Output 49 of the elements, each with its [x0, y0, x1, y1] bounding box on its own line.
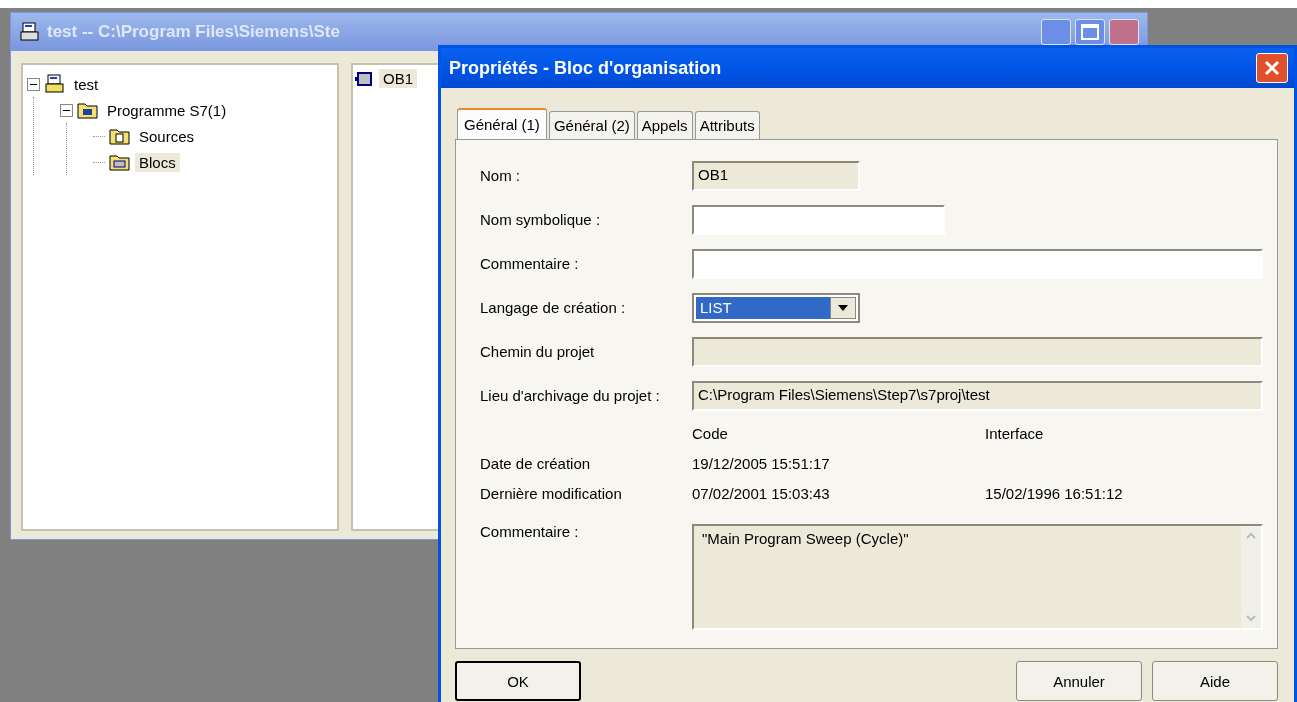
block-icon — [355, 70, 375, 87]
tab[interactable]: Attributs — [694, 111, 760, 139]
computer-icon — [44, 74, 66, 94]
window-title: test -- C:\Program Files\Siemens\Ste — [47, 22, 340, 42]
close-icon — [1263, 59, 1281, 77]
caret-icon — [838, 305, 848, 311]
maximize-button[interactable] — [1075, 19, 1105, 45]
tab[interactable]: Général (1) — [457, 108, 547, 139]
field-label: Chemin du projet — [480, 344, 596, 360]
input-field[interactable] — [692, 205, 945, 235]
tab[interactable]: Général (2) — [548, 111, 635, 139]
folder-icon — [109, 126, 131, 146]
dialog-button[interactable]: Aide — [1152, 661, 1278, 701]
field-label: Nom : — [480, 168, 521, 184]
dialog-title: Propriétés - Bloc d'organisation — [449, 57, 722, 79]
folder-icon — [109, 152, 131, 172]
dialog-button[interactable]: OK — [455, 661, 581, 701]
language-dropdown[interactable]: LIST — [692, 293, 860, 323]
close-button[interactable] — [1109, 19, 1139, 45]
readonly-field: C:\Program Files\Siemens\Step7\s7proj\test — [692, 381, 1263, 411]
field-label: Commentaire : — [480, 524, 580, 542]
comment-box[interactable]: "Main Program Sweep (Cycle)" — [692, 524, 1263, 630]
tree-item[interactable]: test — [70, 74, 103, 94]
field-label: Langage de création : — [480, 300, 627, 316]
tree-item[interactable]: Blocs — [135, 152, 180, 172]
field-label: Lieu d'archivage du projet : — [480, 388, 661, 404]
tab[interactable]: Appels — [636, 111, 693, 139]
field-label: Dernière modification — [480, 484, 623, 502]
folder-icon — [77, 100, 99, 120]
expander-icon[interactable] — [60, 103, 73, 117]
field-label: Date de création — [480, 454, 592, 472]
column-header: Interface — [985, 424, 1045, 442]
minimize-button[interactable] — [1041, 19, 1071, 45]
date-value: 07/02/2001 15:03:43 — [692, 484, 831, 502]
list-item[interactable]: OB1 — [379, 69, 417, 88]
field-label: Nom symbolique : — [480, 212, 602, 228]
expander-icon[interactable] — [27, 77, 40, 91]
scrollbar[interactable] — [1241, 526, 1261, 628]
input-field[interactable] — [692, 249, 1263, 279]
comment-text: "Main Program Sweep (Cycle)" — [701, 529, 910, 549]
readonly-field: OB1 — [692, 161, 860, 191]
tree-item[interactable]: Programme S7(1) — [103, 100, 231, 120]
tree-item[interactable]: Sources — [135, 126, 199, 146]
date-value: 19/12/2005 15:51:17 — [692, 454, 831, 472]
field-label: Commentaire : — [480, 256, 580, 272]
dialog-button[interactable]: Annuler — [1016, 661, 1142, 701]
column-header: Code — [692, 424, 729, 442]
date-value: 15/02/1996 16:51:12 — [985, 484, 1124, 502]
app-icon — [19, 21, 41, 43]
